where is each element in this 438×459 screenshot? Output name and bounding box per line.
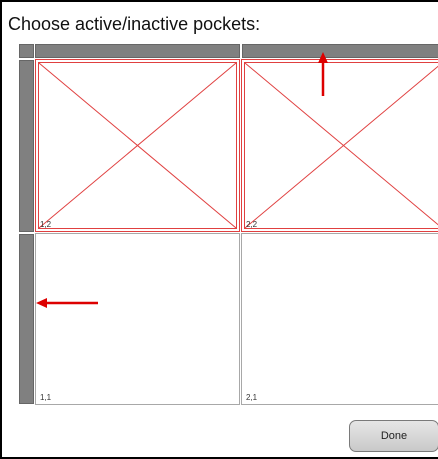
up-arrow-annotation-icon bbox=[318, 52, 328, 96]
inactive-cross-icon bbox=[38, 62, 237, 229]
pocket-cell-2-2[interactable]: 2,2 bbox=[241, 59, 438, 232]
pocket-cell-2-1[interactable]: 2,1 bbox=[241, 233, 438, 405]
dialog-title: Choose active/inactive pockets: bbox=[8, 14, 261, 34]
done-button[interactable]: Done bbox=[349, 420, 438, 452]
pocket-selection-dialog: Choose active/inactive pockets: 1,2 2,2 … bbox=[0, 0, 438, 459]
row-1-handle[interactable] bbox=[19, 234, 34, 404]
cell-label: 1,1 bbox=[40, 393, 52, 402]
column-2-handle[interactable] bbox=[242, 44, 438, 58]
inactive-cross-icon bbox=[244, 62, 438, 229]
select-all-handle[interactable] bbox=[19, 44, 34, 58]
pocket-cell-1-1[interactable]: 1,1 bbox=[35, 233, 240, 405]
pocket-cell-1-2[interactable]: 1,2 bbox=[35, 59, 240, 232]
cell-label: 1,2 bbox=[40, 220, 52, 229]
cell-label: 2,1 bbox=[246, 393, 258, 402]
column-1-handle[interactable] bbox=[35, 44, 240, 58]
cell-label: 2,2 bbox=[246, 220, 258, 229]
left-arrow-annotation-icon bbox=[36, 298, 98, 308]
row-2-handle[interactable] bbox=[19, 60, 34, 232]
